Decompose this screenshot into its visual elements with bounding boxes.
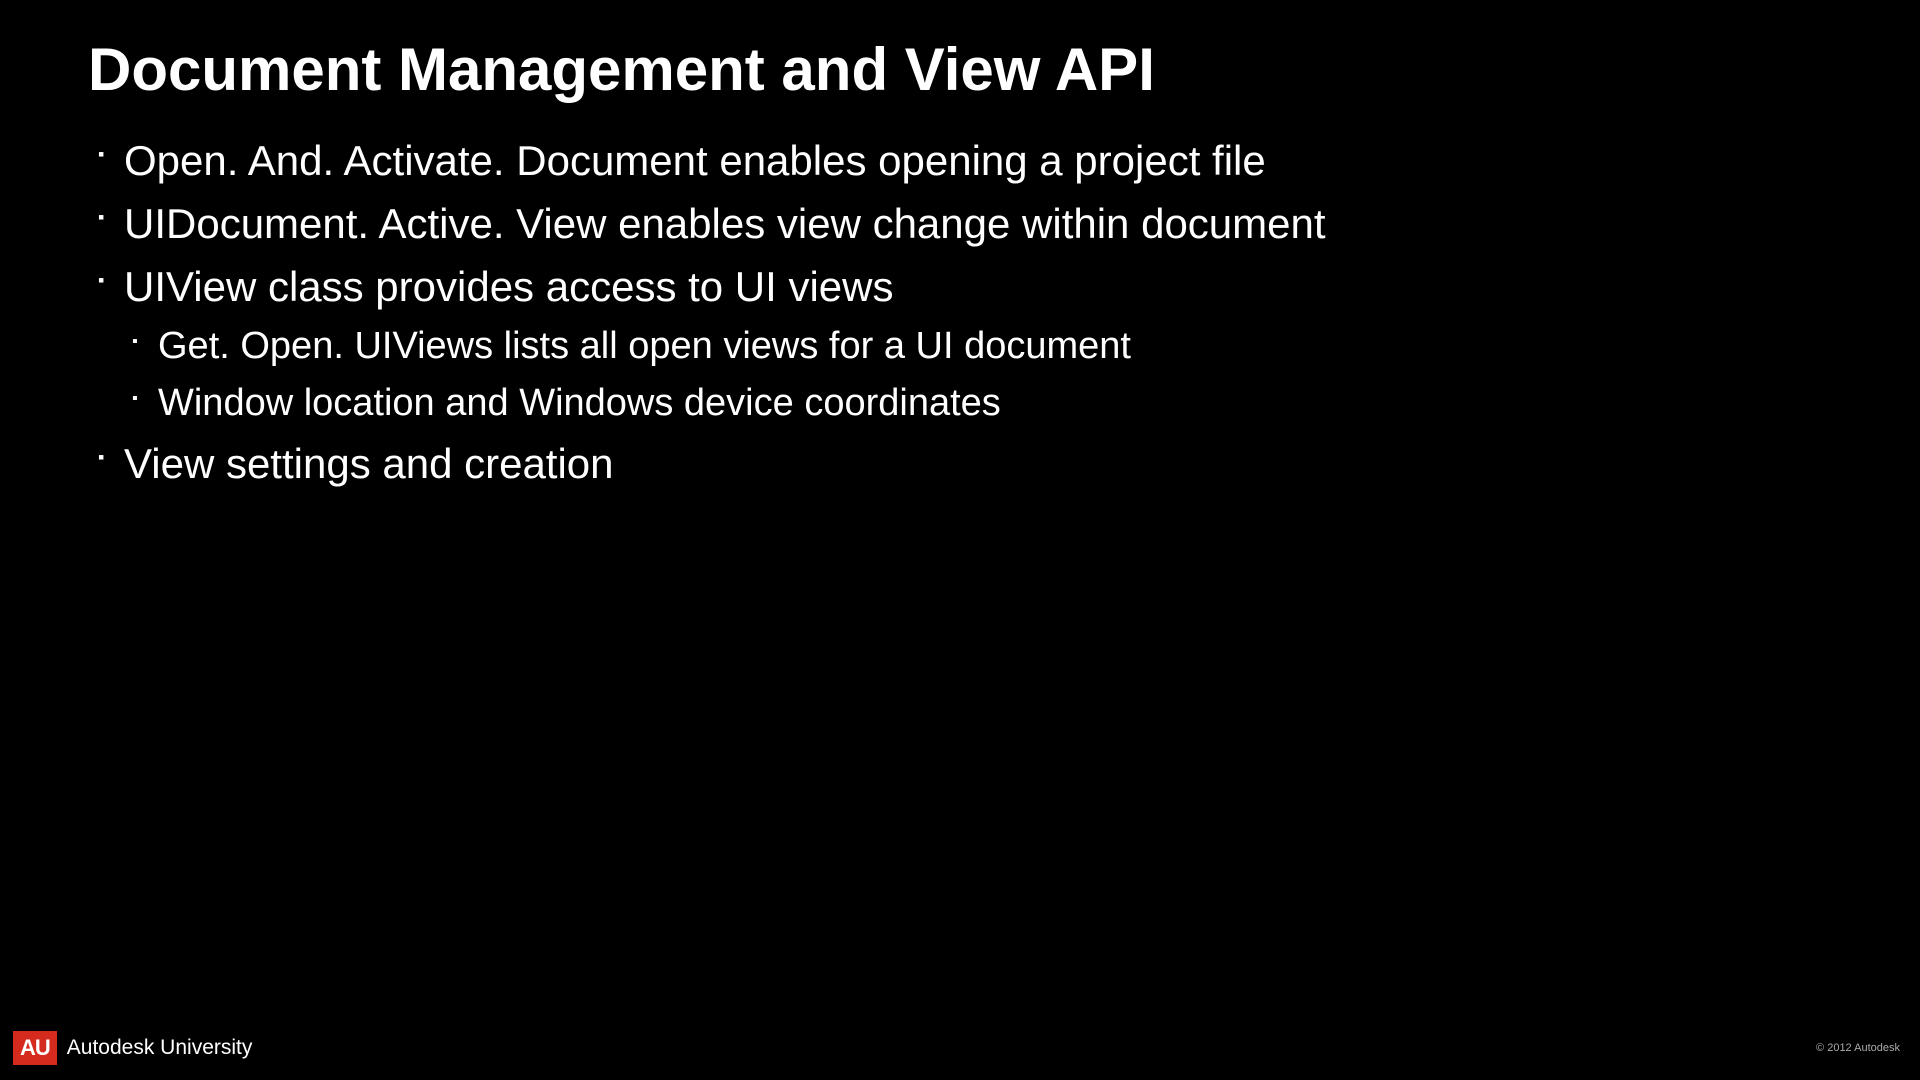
- logo-text-light: University: [154, 1036, 252, 1059]
- logo-text: Autodesk University: [67, 1036, 253, 1060]
- bullet-text: Open. And. Activate. Document enables op…: [124, 137, 1266, 184]
- bullet-text: UIDocument. Active. View enables view ch…: [124, 200, 1326, 247]
- sub-bullet-list: Get. Open. UIViews lists all open views …: [124, 318, 1920, 432]
- copyright-text: © 2012 Autodesk: [1816, 1042, 1900, 1054]
- bullet-text: UIView class provides access to UI views: [124, 263, 894, 310]
- bullet-item: View settings and creation: [98, 432, 1920, 495]
- logo-badge: AU: [13, 1031, 57, 1065]
- bullet-item: UIView class provides access to UI views…: [98, 255, 1920, 432]
- sub-bullet-item: Get. Open. UIViews lists all open views …: [132, 318, 1920, 375]
- bullet-item: UIDocument. Active. View enables view ch…: [98, 192, 1920, 255]
- sub-bullet-item: Window location and Windows device coord…: [132, 375, 1920, 432]
- footer: AU Autodesk University © 2012 Autodesk: [13, 1031, 1900, 1065]
- logo-text-bold: Autodesk: [67, 1036, 155, 1059]
- sub-bullet-text: Window location and Windows device coord…: [158, 382, 1001, 424]
- sub-bullet-text: Get. Open. UIViews lists all open views …: [158, 325, 1131, 367]
- bullet-list: Open. And. Activate. Document enables op…: [0, 104, 1920, 495]
- logo-block: AU Autodesk University: [13, 1031, 252, 1065]
- slide-title: Document Management and View API: [0, 0, 1920, 104]
- bullet-item: Open. And. Activate. Document enables op…: [98, 129, 1920, 192]
- bullet-text: View settings and creation: [124, 440, 614, 487]
